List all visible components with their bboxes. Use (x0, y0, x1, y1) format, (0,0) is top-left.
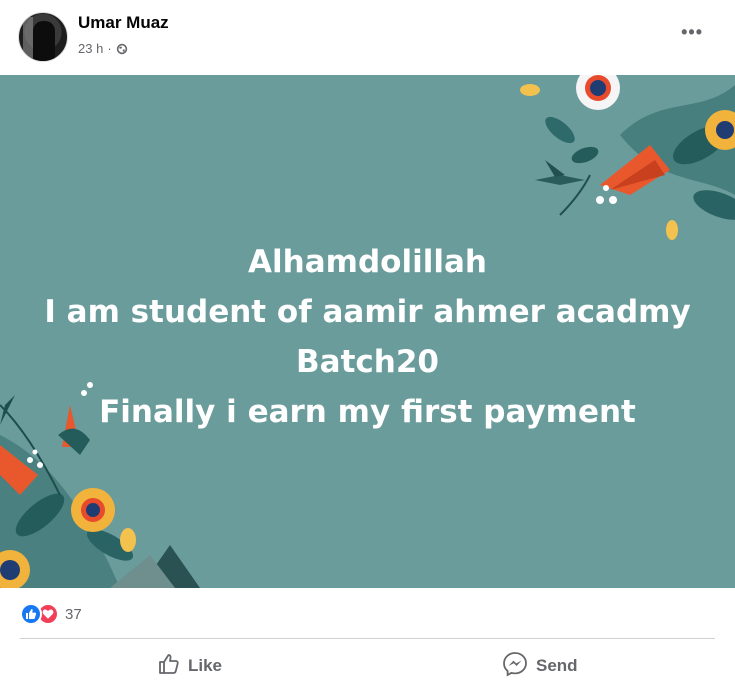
meta-separator: · (107, 41, 112, 56)
post-card: Umar Muaz 23 h · ••• Alhamdolillah I am … (0, 0, 735, 690)
more-options-button[interactable]: ••• (681, 22, 703, 43)
post-meta: 23 h · (78, 41, 128, 56)
globe-icon[interactable] (116, 43, 128, 55)
post-message: Alhamdolillah I am student of aamir ahme… (0, 237, 735, 437)
message-line-2: I am student of aamir ahmer acadmy (44, 294, 691, 330)
like-button[interactable]: Like (158, 652, 222, 680)
messenger-icon (502, 651, 528, 682)
message-line-1: Alhamdolillah (248, 244, 487, 280)
actions-divider (20, 638, 715, 639)
send-label: Send (536, 656, 578, 675)
top-right-flowers (520, 75, 735, 240)
post-image[interactable]: Alhamdolillah I am student of aamir ahme… (0, 75, 735, 588)
author-name[interactable]: Umar Muaz (78, 13, 169, 33)
reactions-summary[interactable]: 37 (20, 602, 82, 626)
message-line-3: Batch20 (296, 344, 439, 380)
avatar[interactable] (18, 12, 68, 62)
thumbs-up-icon (158, 653, 180, 680)
post-header: Umar Muaz 23 h · ••• (0, 0, 735, 75)
reaction-count[interactable]: 37 (65, 606, 82, 623)
post-time[interactable]: 23 h (78, 41, 103, 56)
like-label: Like (188, 656, 223, 675)
like-reaction-icon (20, 603, 42, 625)
send-button[interactable]: Send (502, 651, 578, 682)
message-line-4: Finally i earn my first payment (99, 394, 636, 430)
